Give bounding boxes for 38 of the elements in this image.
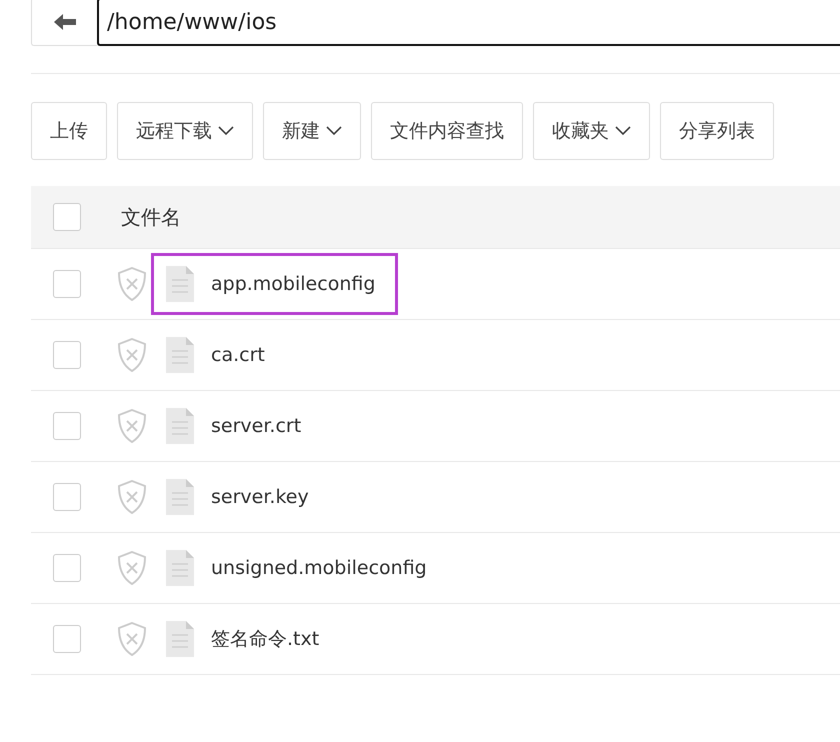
shield-x-icon [117, 338, 147, 372]
shield-x-icon [117, 480, 147, 514]
chevron-down-icon [218, 126, 234, 136]
file-name[interactable]: unsigned.mobileconfig [211, 557, 427, 579]
left-arrow-icon [54, 14, 76, 30]
row-checkbox[interactable] [53, 625, 81, 653]
row-checkbox[interactable] [53, 554, 81, 582]
column-header: 文件名 [121, 204, 181, 230]
file-name[interactable]: 签名命令.txt [211, 626, 320, 652]
toolbar-button[interactable]: 文件内容查找 [371, 102, 523, 160]
back-button[interactable] [31, 0, 97, 46]
select-all-checkbox[interactable] [53, 203, 81, 231]
file-name[interactable]: server.key [211, 486, 309, 508]
row-checkbox[interactable] [53, 483, 81, 511]
file-name[interactable]: app.mobileconfig [211, 273, 376, 295]
toolbar-button[interactable]: 分享列表 [660, 102, 774, 160]
file-icon [166, 621, 194, 657]
toolbar-button[interactable]: 新建 [263, 102, 361, 160]
file-icon [166, 337, 194, 373]
chevron-down-icon [615, 126, 631, 136]
row-checkbox[interactable] [53, 412, 81, 440]
file-icon [166, 408, 194, 444]
file-icon [166, 550, 194, 586]
shield-x-icon [117, 267, 147, 301]
shield-x-icon [117, 551, 147, 585]
file-icon [166, 266, 194, 302]
file-icon [166, 479, 194, 515]
row-checkbox[interactable] [53, 341, 81, 369]
toolbar-button[interactable]: 上传 [31, 102, 107, 160]
shield-x-icon [117, 622, 147, 656]
file-name[interactable]: ca.crt [211, 344, 265, 366]
toolbar-button[interactable]: 远程下载 [117, 102, 253, 160]
toolbar-button[interactable]: 收藏夹 [533, 102, 650, 160]
shield-x-icon [117, 409, 147, 443]
chevron-down-icon [326, 126, 342, 136]
row-checkbox[interactable] [53, 270, 81, 298]
file-name[interactable]: server.crt [211, 415, 302, 437]
path-field[interactable]: /home/www/ios [97, 0, 840, 46]
